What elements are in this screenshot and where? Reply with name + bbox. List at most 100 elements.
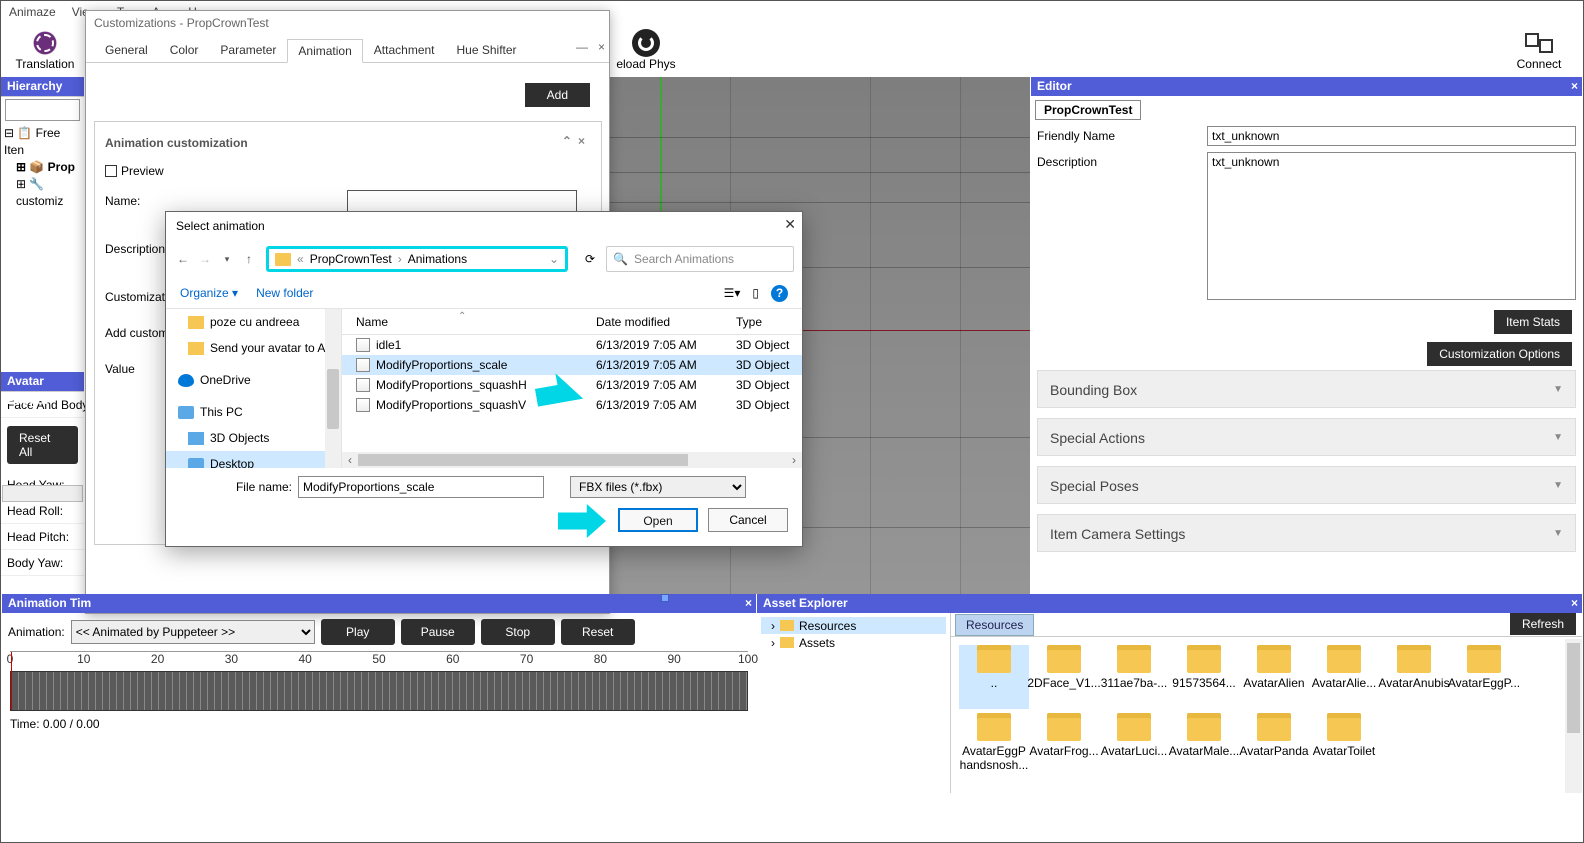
add-button[interactable]: Add (525, 83, 590, 107)
description-input[interactable]: txt_unknown (1207, 152, 1576, 300)
sidebar-scrollbar[interactable] (325, 309, 341, 468)
asset-item[interactable]: 91573564... (1169, 645, 1239, 709)
reset-button[interactable]: Reset (561, 619, 635, 645)
col-name[interactable]: Name (356, 315, 596, 329)
preview-pane-icon[interactable]: ▯ (752, 286, 759, 300)
reload-phys[interactable]: eload Phys (610, 29, 682, 71)
tab-attachment[interactable]: Attachment (363, 38, 446, 62)
file-row[interactable]: idle16/13/2019 7:05 AM3D Object (342, 335, 802, 355)
ae-tab-resources[interactable]: Resources (955, 614, 1034, 636)
editor-tab[interactable]: PropCrownTest (1035, 100, 1141, 120)
panel-close-icon[interactable]: × (578, 134, 591, 148)
translation-tool[interactable]: Translation (9, 29, 81, 71)
cancel-button[interactable]: Cancel (708, 508, 788, 532)
asset-item[interactable]: 2DFace_V1... (1029, 645, 1099, 709)
col-type[interactable]: Type (736, 315, 796, 329)
acc-camera-settings[interactable]: Item Camera Settings (1037, 514, 1576, 552)
asset-item[interactable]: AvatarMale... (1169, 713, 1239, 777)
hierarchy-tree[interactable]: ⊟ 📋 Free Iten ⊞ 📦 Prop ⊞ 🔧 customiz (1, 123, 84, 212)
ae-refresh-button[interactable]: Refresh (1510, 613, 1576, 635)
play-button[interactable]: Play (321, 619, 395, 645)
asset-tree-assets[interactable]: ›Assets (761, 634, 946, 651)
acc-bounding-box[interactable]: Bounding Box (1037, 370, 1576, 408)
tab-general[interactable]: General (94, 38, 159, 62)
editor-close-icon[interactable]: × (1571, 77, 1578, 96)
nav-fwd-icon[interactable]: → (196, 252, 214, 266)
head-pitch-row[interactable]: Head Pitch: (1, 524, 84, 550)
nav-recent-icon[interactable]: ▾ (218, 254, 236, 265)
asset-item[interactable]: AvatarFrog... (1029, 713, 1099, 777)
body-yaw-row[interactable]: Body Yaw: (1, 550, 84, 576)
collapse-icon[interactable]: ⌃ (562, 134, 578, 148)
file-row[interactable]: ModifyProportions_scale6/13/2019 7:05 AM… (342, 355, 802, 375)
asset-item[interactable]: AvatarEggP handsnosh... (959, 713, 1029, 777)
item-stats-button[interactable]: Item Stats (1494, 310, 1572, 334)
tree-prop[interactable]: ⊞ 📦 Prop (4, 159, 81, 176)
timeline-track[interactable] (10, 671, 748, 711)
pause-button[interactable]: Pause (401, 619, 475, 645)
asset-item[interactable]: AvatarAlien (1239, 645, 1309, 709)
crumb-dropdown-icon[interactable]: ⌄ (549, 252, 559, 266)
tab-color[interactable]: Color (159, 38, 210, 62)
asset-item[interactable]: .. (959, 645, 1029, 709)
acc-special-poses[interactable]: Special Poses (1037, 466, 1576, 504)
help-icon[interactable]: ? (771, 285, 788, 302)
breadcrumb[interactable]: « PropCrownTest › Animations ⌄ (266, 246, 568, 272)
tree-customiz[interactable]: ⊞ 🔧 customiz (4, 176, 81, 210)
file-dialog-close-icon[interactable]: ✕ (784, 216, 796, 233)
asset-item[interactable]: AvatarAlie... (1309, 645, 1379, 709)
file-filter-select[interactable]: FBX files (*.fbx) (570, 476, 746, 498)
asset-item[interactable]: AvatarAnubis (1379, 645, 1449, 709)
friendly-name-input[interactable] (1207, 126, 1576, 146)
search-animations[interactable]: 🔍Search Animations (606, 246, 794, 272)
view-icon[interactable]: ☰▾ (724, 286, 741, 300)
asset-item[interactable]: 311ae7ba-... (1099, 645, 1169, 709)
menu-animaze[interactable]: Animaze (9, 5, 56, 19)
file-dialog-sidebar[interactable]: poze cu andreea Send your avatar to A On… (166, 309, 342, 468)
col-date[interactable]: Date modified (596, 315, 736, 329)
reset-all-button[interactable]: Reset All (7, 426, 78, 464)
preview-checkbox[interactable]: Preview (105, 164, 591, 178)
new-folder-button[interactable]: New folder (256, 286, 313, 300)
stop-button[interactable]: Stop (481, 619, 555, 645)
resize-handle[interactable] (661, 594, 669, 602)
tree-free-items[interactable]: ⊟ 📋 Free Iten (4, 125, 81, 159)
tab-hue-shifter[interactable]: Hue Shifter (446, 38, 528, 62)
customization-options-button[interactable]: Customization Options (1427, 342, 1572, 366)
playhead[interactable] (11, 652, 12, 710)
side-item-onedrive[interactable]: OneDrive (200, 373, 251, 387)
tab-animation[interactable]: Animation (287, 39, 362, 63)
ae-close-icon[interactable]: × (1571, 594, 1578, 613)
nav-back-icon[interactable]: ← (174, 252, 192, 266)
asset-item[interactable]: AvatarEggP... (1449, 645, 1519, 709)
asset-item[interactable]: AvatarToilet (1309, 713, 1379, 777)
open-button[interactable]: Open (618, 508, 698, 532)
cust-min-icon[interactable]: — (576, 35, 588, 59)
name-input[interactable] (347, 190, 577, 212)
animation-select[interactable]: << Animated by Puppeteer >> (71, 620, 315, 644)
asset-item[interactable]: AvatarLuci... (1099, 713, 1169, 777)
asset-item[interactable]: AvatarPanda (1239, 713, 1309, 777)
timeline-close-icon[interactable]: × (745, 594, 752, 613)
file-name-input[interactable] (298, 476, 544, 498)
side-item-desktop[interactable]: Desktop (210, 457, 254, 468)
side-item-thispc[interactable]: This PC (200, 405, 243, 419)
crumb-1[interactable]: Animations (408, 252, 467, 266)
side-item-1[interactable]: Send your avatar to A (210, 341, 325, 355)
asset-tree-resources[interactable]: ›Resources (761, 617, 946, 634)
ae-scrollbar[interactable] (1565, 639, 1582, 793)
side-item-3d[interactable]: 3D Objects (210, 431, 269, 445)
tab-parameter[interactable]: Parameter (209, 38, 287, 62)
cust-close-icon[interactable]: × (598, 35, 605, 59)
side-item-0[interactable]: poze cu andreea (210, 315, 299, 329)
organize-button[interactable]: Organize ▾ (180, 286, 238, 300)
connect-tool[interactable]: Connect (1503, 29, 1575, 71)
crumb-0[interactable]: PropCrownTest (310, 252, 392, 266)
h-scrollbar[interactable] (2, 485, 83, 502)
timeline-axis[interactable]: 0102030405060708090100 (10, 651, 748, 671)
file-list-hscroll[interactable]: ‹› (342, 452, 802, 468)
acc-special-actions[interactable]: Special Actions (1037, 418, 1576, 456)
asset-tree[interactable]: ›Resources ›Assets (757, 613, 951, 793)
nav-up-icon[interactable]: ↑ (240, 252, 258, 266)
customizations-titlebar[interactable]: Customizations - PropCrownTest —× (86, 11, 609, 35)
